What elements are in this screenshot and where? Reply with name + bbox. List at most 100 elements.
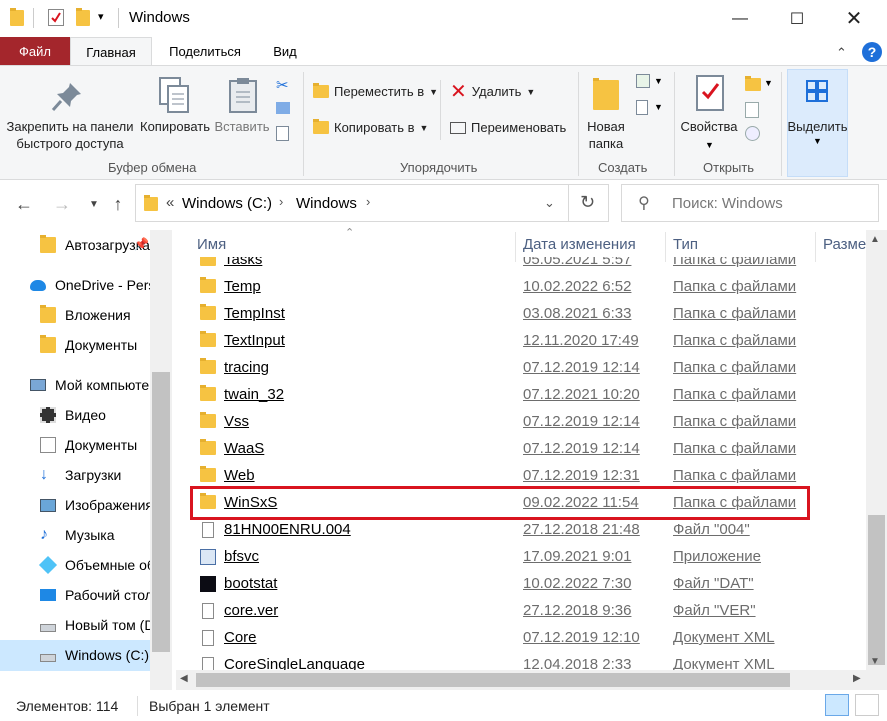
chevron-right-icon[interactable]: ›: [279, 194, 283, 209]
column-header-type[interactable]: Тип: [673, 236, 698, 256]
help-icon[interactable]: ?: [862, 42, 882, 62]
chevron-right-icon[interactable]: ›: [366, 194, 370, 209]
list-item[interactable]: bfsvc 17.09.2021 9:01 Приложение: [190, 544, 810, 571]
collapse-ribbon-icon[interactable]: ⌃: [836, 45, 847, 61]
rename-button[interactable]: Переименовать: [450, 120, 566, 135]
list-item[interactable]: Temp 10.02.2022 6:52 Папка с файлами: [190, 274, 810, 301]
breadcrumb-item[interactable]: Windows: [296, 195, 357, 212]
nav-item-documents[interactable]: Документы: [0, 430, 150, 460]
breadcrumb-item[interactable]: Windows (C:): [182, 195, 272, 212]
xml-file-icon: [202, 630, 214, 646]
search-input[interactable]: ⚲ Поиск: Windows: [621, 184, 879, 222]
list-item[interactable]: Core 07.12.2019 12:10 Документ XML: [190, 625, 810, 652]
properties-button[interactable]: Свойства: [678, 118, 740, 135]
file-name: TempInst: [224, 305, 285, 322]
tab-home[interactable]: Главная: [70, 37, 152, 67]
paste-shortcut-icon[interactable]: [276, 126, 289, 141]
pin-icon: [50, 80, 84, 117]
tab-view[interactable]: Вид: [260, 37, 310, 66]
breadcrumb-overflow[interactable]: «: [166, 194, 174, 211]
list-item[interactable]: core.ver 27.12.2018 9:36 Файл "VER": [190, 598, 810, 625]
open-group-label: Открыть: [703, 160, 755, 175]
back-arrow-icon[interactable]: ←: [12, 192, 36, 216]
move-to-label: Переместить в: [334, 84, 425, 99]
tab-file[interactable]: Файл: [0, 37, 70, 66]
nav-item-videos[interactable]: Видео: [0, 400, 150, 430]
delete-button[interactable]: ✕ Удалить ▼: [450, 80, 535, 103]
properties-quick-icon[interactable]: [48, 9, 64, 26]
minimize-button[interactable]: —: [717, 0, 763, 37]
nav-item-pictures[interactable]: Изображения: [0, 490, 150, 520]
refresh-button[interactable]: ↻: [569, 184, 609, 222]
history-icon[interactable]: [745, 126, 760, 141]
large-icons-view-icon[interactable]: [855, 694, 879, 716]
column-header-size[interactable]: Разме: [823, 236, 866, 256]
file-name: tracing: [224, 359, 270, 376]
forward-arrow-icon[interactable]: →: [50, 192, 74, 216]
paste-button[interactable]: Вставить: [212, 118, 272, 135]
nav-item-onedrive-documents[interactable]: Документы: [0, 330, 150, 360]
nav-item-attachments[interactable]: Вложения: [0, 300, 150, 330]
nav-item-this-pc[interactable]: Мой компьютер: [0, 370, 150, 400]
nav-scrollbar-thumb[interactable]: [152, 372, 170, 652]
customize-quick-access-icon[interactable]: ▾: [98, 10, 104, 23]
copy-button[interactable]: Копировать: [138, 118, 212, 135]
column-header-name[interactable]: Имя: [197, 236, 226, 256]
horizontal-scrollbar-thumb[interactable]: [196, 673, 790, 687]
chevron-down-icon[interactable]: ⌄: [544, 195, 555, 211]
nav-item-3d-objects[interactable]: Объемные объекты: [0, 550, 150, 580]
open-icon[interactable]: [745, 76, 761, 91]
column-header-date[interactable]: Дата изменения: [523, 236, 636, 256]
edit-icon[interactable]: [745, 102, 759, 118]
list-item[interactable]: TempInst 03.08.2021 6:33 Папка с файлами: [190, 301, 810, 328]
highlight-annotation: [190, 486, 810, 520]
file-name: WaaS: [224, 440, 265, 457]
dropdown-arrow-icon[interactable]: ▼: [705, 140, 714, 150]
close-button[interactable]: ✕: [831, 0, 877, 37]
scroll-down-icon[interactable]: ▼: [870, 656, 880, 667]
easy-access-icon[interactable]: [636, 100, 648, 115]
list-item[interactable]: tracing 07.12.2019 12:14 Папка с файлами: [190, 355, 810, 382]
recent-locations-icon[interactable]: ▼: [82, 192, 106, 216]
nav-item-drive-d[interactable]: Новый том (D:): [0, 610, 150, 640]
nav-item-music[interactable]: ♪ Музыка: [0, 520, 150, 550]
nav-item-desktop[interactable]: Рабочий стол: [0, 580, 150, 610]
list-item[interactable]: Tasks 05.05.2021 5:57 Папка с файлами: [190, 257, 810, 274]
maximize-button[interactable]: ☐: [774, 0, 820, 37]
list-item[interactable]: bootstat 10.02.2022 7:30 Файл "DAT": [190, 571, 810, 598]
address-bar[interactable]: « Windows (C:) › Windows › ⌄: [135, 184, 569, 222]
scroll-left-icon[interactable]: ◀: [180, 673, 188, 684]
list-item[interactable]: CoreSingleLanguage 12.04.2018 2:33 Докум…: [190, 652, 810, 670]
dropdown-arrow-icon[interactable]: ▼: [764, 78, 773, 88]
cut-icon[interactable]: ✂: [276, 76, 289, 94]
folder-icon: [200, 358, 216, 374]
up-arrow-icon[interactable]: ↑: [106, 192, 130, 216]
move-to-button[interactable]: Переместить в ▼: [313, 83, 438, 99]
nav-item-startup[interactable]: Автозагрузка: [0, 230, 150, 260]
list-item[interactable]: twain_32 07.12.2021 10:20 Папка с файлам…: [190, 382, 810, 409]
copy-to-button[interactable]: Копировать в ▼: [313, 119, 428, 135]
list-item[interactable]: Vss 07.12.2019 12:14 Папка с файлами: [190, 409, 810, 436]
dropdown-arrow-icon[interactable]: ▼: [654, 102, 663, 112]
new-folder-quick-icon[interactable]: [76, 8, 90, 26]
pin-quick-access-button[interactable]: Закрепить на панели быстрого доступа: [5, 118, 135, 152]
tab-share[interactable]: Поделиться: [160, 37, 250, 66]
list-item[interactable]: 81HN00ENRU.004 27.12.2018 21:48 Файл "00…: [190, 517, 810, 544]
delete-icon: ✕: [450, 80, 467, 103]
copy-path-icon[interactable]: [276, 102, 290, 114]
list-item[interactable]: TextInput 12.11.2020 17:49 Папка с файла…: [190, 328, 810, 355]
nav-item-downloads[interactable]: ↓ Загрузки: [0, 460, 150, 490]
dropdown-arrow-icon[interactable]: ▼: [654, 76, 663, 86]
new-item-icon[interactable]: [636, 74, 650, 88]
list-item[interactable]: WaaS 07.12.2019 12:14 Папка с файлами: [190, 436, 810, 463]
clipboard-group-label: Буфер обмена: [108, 160, 197, 175]
scroll-up-icon[interactable]: ▲: [870, 234, 880, 245]
nav-item-onedrive[interactable]: OneDrive - Personal: [0, 270, 150, 300]
vertical-scrollbar-thumb[interactable]: [868, 515, 885, 665]
properties-icon: [695, 74, 725, 115]
scroll-right-icon[interactable]: ▶: [853, 673, 861, 684]
file-date: 10.02.2022 6:52: [523, 278, 632, 295]
nav-item-drive-c[interactable]: Windows (C:): [0, 640, 150, 670]
details-view-icon[interactable]: [825, 694, 849, 716]
new-folder-button[interactable]: Новая папка: [582, 118, 630, 152]
